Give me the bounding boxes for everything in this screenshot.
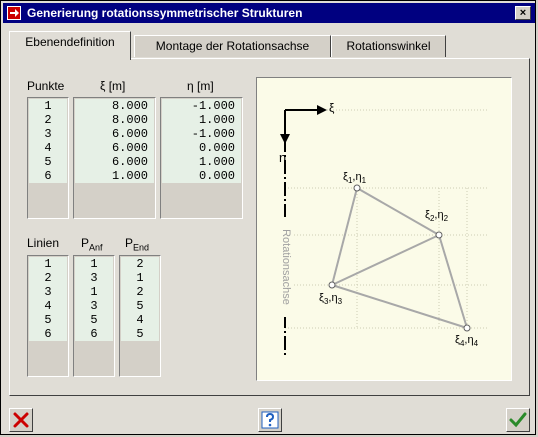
lines-p-end-list: 212545 <box>121 257 159 341</box>
point-xi-cell[interactable]: 8.000 <box>75 99 154 113</box>
cancel-button[interactable] <box>9 408 33 432</box>
line-number-cell[interactable]: 2 <box>29 271 67 285</box>
close-button[interactable]: × <box>515 6 531 20</box>
point-number-cell[interactable]: 4 <box>29 141 67 155</box>
ok-button[interactable] <box>506 408 530 432</box>
line-p-anf-cell[interactable]: 1 <box>75 285 113 299</box>
ok-icon <box>509 412 527 428</box>
rotation-axis-label: Rotationsachse <box>280 217 292 317</box>
point-eta-cell[interactable]: -1.000 <box>162 127 241 141</box>
lines-nr-column[interactable]: 123456 <box>27 255 69 377</box>
line-p-anf-cell[interactable]: 5 <box>75 313 113 327</box>
point-number-cell[interactable]: 5 <box>29 155 67 169</box>
points-xi-column[interactable]: 8.000 8.000 6.000 6.000 6.000 1.000 <box>73 97 156 219</box>
line-p-anf-cell[interactable]: 1 <box>75 257 113 271</box>
cancel-icon <box>13 412 29 428</box>
xi-axis-arrow <box>285 105 327 115</box>
point-eta-cell[interactable]: 0.000 <box>162 169 241 183</box>
line-p-end-cell[interactable]: 2 <box>121 285 159 299</box>
title-bar[interactable]: Generierung rotationssymmetrischer Struk… <box>3 3 535 23</box>
line-number-cell[interactable]: 3 <box>29 285 67 299</box>
p-end-header: PEnd <box>125 236 150 253</box>
line-p-end-cell[interactable]: 2 <box>121 257 159 271</box>
tab-rotationswinkel[interactable]: Rotationswinkel <box>331 35 446 57</box>
p4-label: ξ4,η4 <box>455 334 479 349</box>
point-number-cell[interactable]: 2 <box>29 113 67 127</box>
p1-label: ξ1,η1 <box>343 171 367 186</box>
xi-header: ξ [m] <box>100 79 126 93</box>
dialog-window: Generierung rotationssymmetrischer Struk… <box>0 0 536 435</box>
line-number-cell[interactable]: 4 <box>29 299 67 313</box>
line-p-end-cell[interactable]: 1 <box>121 271 159 285</box>
points-xi-list: 8.000 8.000 6.000 6.000 6.000 1.000 <box>75 99 154 183</box>
point-xi-cell[interactable]: 8.000 <box>75 113 154 127</box>
p3-label: ξ3,η3 <box>319 292 343 307</box>
points-header: Punkte <box>27 79 65 93</box>
help-button[interactable] <box>258 408 282 432</box>
lines-p-anf-list: 131356 <box>75 257 113 341</box>
line-p-anf-cell[interactable]: 6 <box>75 327 113 341</box>
lines-header: Linien <box>27 236 60 250</box>
point-eta-cell[interactable]: -1.000 <box>162 99 241 113</box>
line-number-cell[interactable]: 1 <box>29 257 67 271</box>
eta-header: η [m] <box>187 79 214 93</box>
line-p-anf-cell[interactable]: 3 <box>75 299 113 313</box>
eta-axis-arrow <box>280 110 290 144</box>
line-number-cell[interactable]: 6 <box>29 327 67 341</box>
point-xi-cell[interactable]: 6.000 <box>75 155 154 169</box>
geometry-diagram: ξ η Rotationsachse ξ1,η1 ξ2,η2 ξ3,η3 ξ4,… <box>256 77 512 381</box>
points-nr-column[interactable]: 123456 <box>27 97 69 219</box>
point-number-cell[interactable]: 6 <box>29 169 67 183</box>
p-anf-header: PAnf <box>81 236 103 253</box>
tab-montage-der-rotationsachse[interactable]: Montage der Rotationsachse <box>134 35 331 57</box>
point-xi-cell[interactable]: 6.000 <box>75 141 154 155</box>
help-icon <box>261 411 279 429</box>
point-eta-cell[interactable]: 0.000 <box>162 141 241 155</box>
eta-axis-label: η <box>279 150 287 165</box>
xi-axis-label: ξ <box>329 101 335 115</box>
point-nodes <box>328 184 471 332</box>
line-number-cell[interactable]: 5 <box>29 313 67 327</box>
window-title: Generierung rotationssymmetrischer Struk… <box>27 6 303 20</box>
point-number-cell[interactable]: 3 <box>29 127 67 141</box>
point-xi-cell[interactable]: 1.000 <box>75 169 154 183</box>
app-icon <box>7 6 21 20</box>
points-eta-list: -1.000 1.000 -1.000 0.000 1.000 0.000 <box>162 99 241 183</box>
line-p-end-cell[interactable]: 5 <box>121 299 159 313</box>
lines-p-end-column[interactable]: 212545 <box>119 255 161 377</box>
point-number-cell[interactable]: 1 <box>29 99 67 113</box>
points-nr-list: 123456 <box>29 99 67 183</box>
line-p-end-cell[interactable]: 4 <box>121 313 159 327</box>
line-p-anf-cell[interactable]: 3 <box>75 271 113 285</box>
tab-ebenendefinition[interactable]: Ebenendefinition <box>9 31 131 60</box>
line-p-end-cell[interactable]: 5 <box>121 327 159 341</box>
button-bar <box>1 404 537 436</box>
point-eta-cell[interactable]: 1.000 <box>162 113 241 127</box>
lines-nr-list: 123456 <box>29 257 67 341</box>
point-eta-cell[interactable]: 1.000 <box>162 155 241 169</box>
p2-label: ξ2,η2 <box>425 209 449 224</box>
close-icon: × <box>519 7 527 19</box>
point-xi-cell[interactable]: 6.000 <box>75 127 154 141</box>
points-eta-column[interactable]: -1.000 1.000 -1.000 0.000 1.000 0.000 <box>160 97 243 219</box>
lines-p-anf-column[interactable]: 131356 <box>73 255 115 377</box>
